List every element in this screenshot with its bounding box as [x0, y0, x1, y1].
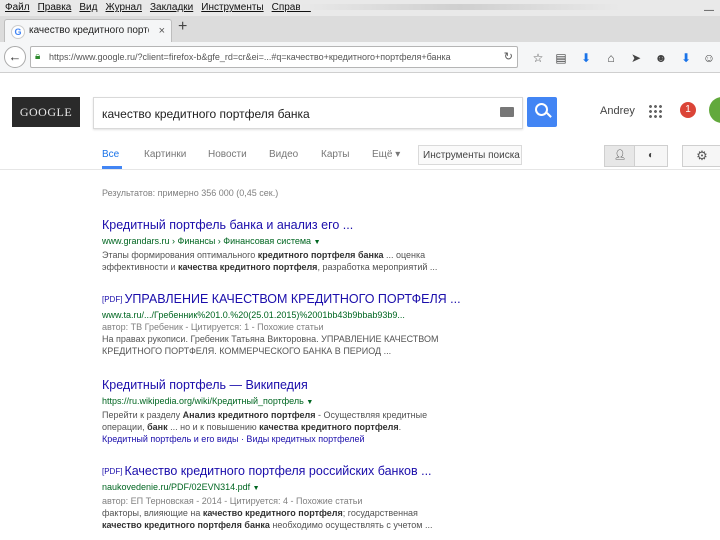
search-result: [PDF] УПРАВЛЕНИЕ КАЧЕСТВОМ КРЕДИТНОГО ПОР…	[102, 292, 502, 357]
result-title-link[interactable]: Кредитный портфель — Википедия	[102, 378, 502, 393]
tab-maps[interactable]: Карты	[321, 149, 350, 160]
blurred-window-title	[300, 4, 620, 10]
menu-edit[interactable]: Правка	[38, 2, 72, 13]
address-bar[interactable]: 🔒︎ https://www.google.ru/?client=firefox…	[30, 46, 518, 68]
result-url: www.ta.ru/.../Гребенник%201.0.%20(25.01.…	[102, 310, 405, 320]
menu-file[interactable]: Файл	[5, 2, 30, 13]
menu-view[interactable]: Вид	[79, 2, 97, 13]
dropdown-arrow-icon[interactable]: ▼	[253, 485, 260, 492]
search-result: Кредитный портфель банка и анализ его ..…	[102, 218, 502, 273]
new-tab-button[interactable]: +	[178, 18, 187, 36]
tab-all[interactable]: Все	[102, 149, 119, 160]
tab-video[interactable]: Видео	[269, 149, 298, 160]
download-arrow-icon[interactable]: ⬇	[578, 50, 594, 66]
avatar[interactable]	[709, 97, 720, 123]
person-icon: 👤︎	[613, 150, 627, 161]
navigation-bar: ← 🔒︎ https://www.google.ru/?client=firef…	[0, 42, 720, 73]
result-url: naukovedenie.ru/PDF/02EVN314.pdf ▼	[102, 482, 260, 492]
search-tools-button[interactable]: Инструменты поиска	[418, 145, 522, 165]
hide-personal-results-button[interactable]: ◐	[634, 145, 668, 167]
google-header: GOOGLE Andrey 1	[0, 73, 720, 143]
search-button[interactable]	[527, 97, 557, 127]
result-snippet: Перейти к разделу Анализ кредитного порт…	[102, 410, 428, 420]
smiley-icon[interactable]: ☺	[701, 50, 717, 66]
result-snippet: КРЕДИТНОГО ПОРТФЕЛЯ. КОММЕРЧЕСКОГО БАНКА…	[102, 346, 392, 356]
menu-tools[interactable]: Инструменты	[201, 2, 263, 13]
result-title-link[interactable]: [PDF] УПРАВЛЕНИЕ КАЧЕСТВОМ КРЕДИТНОГО ПОР…	[102, 292, 502, 307]
pdf-tag: [PDF]	[102, 295, 123, 304]
search-box[interactable]	[93, 97, 523, 129]
result-meta[interactable]: автор: ЕП Терновская - 2014 - Цитируется…	[102, 495, 502, 507]
apps-grid-icon[interactable]	[648, 104, 662, 118]
extension-download-icon[interactable]: ⬇	[678, 50, 694, 66]
lock-icon: 🔒︎	[35, 51, 41, 62]
pdf-tag: [PDF]	[102, 467, 123, 476]
tab-news[interactable]: Новости	[208, 149, 247, 160]
google-logo[interactable]: GOOGLE	[12, 97, 80, 127]
result-stats: Результатов: примерно 356 000 (0,45 сек.…	[102, 188, 279, 198]
menubar: Файл Правка Вид Журнал Закладки Инструменты Сп…	[0, 0, 720, 16]
menu-history[interactable]: Журнал	[105, 2, 142, 13]
result-snippet: Этапы формирования оптимального кредитно…	[102, 250, 426, 260]
result-snippet: На правах рукописи. Гребеник Татьяна Вик…	[102, 334, 439, 344]
send-icon[interactable]: ➤	[628, 50, 644, 66]
tab-more[interactable]: Ещё ▾	[372, 149, 400, 160]
keyboard-icon[interactable]	[500, 107, 514, 117]
result-title-link[interactable]: Кредитный портфель банка и анализ его ..…	[102, 218, 502, 233]
active-tab-indicator	[102, 166, 122, 169]
menu-bookmarks[interactable]: Закладки	[150, 2, 193, 13]
result-url: www.grandars.ru › Финансы › Финансовая с…	[102, 236, 321, 246]
back-arrow-icon[interactable]: ←	[4, 46, 26, 68]
close-tab-icon[interactable]: ×	[159, 20, 165, 42]
home-icon[interactable]: ⌂	[603, 50, 619, 66]
reload-icon[interactable]: ↻	[504, 47, 513, 67]
user-name[interactable]: Andrey	[600, 105, 635, 117]
dropdown-arrow-icon[interactable]: ▼	[314, 239, 321, 246]
globe-icon: ◐	[647, 150, 655, 161]
tab-strip: G качество кредитного портф... × +	[0, 16, 720, 43]
url-text[interactable]: https://www.google.ru/?client=firefox-b&…	[49, 47, 479, 67]
result-meta[interactable]: автор: ТВ Гребеник - Цитируется: 1 - Пох…	[102, 321, 502, 333]
result-url: https://ru.wikipedia.org/wiki/Кредитный_…	[102, 396, 314, 406]
bookmark-star-icon[interactable]: ☆	[530, 50, 546, 66]
dropdown-arrow-icon[interactable]: ▼	[306, 399, 313, 406]
browser-tab[interactable]: G качество кредитного портф... ×	[4, 19, 172, 43]
search-result: [PDF] Качество кредитного портфеля россий…	[102, 464, 502, 531]
chat-icon[interactable]: ☻	[653, 50, 669, 66]
search-tabs: Все Картинки Новости Видео Карты Ещё ▾ И…	[0, 143, 720, 170]
result-snippet: операции, банк ... но и к повышению каче…	[102, 422, 402, 432]
search-input[interactable]	[100, 103, 504, 125]
result-sitelinks[interactable]: Кредитный портфель и его виды · Виды кре…	[102, 433, 502, 445]
personal-results-button[interactable]: 👤︎	[604, 145, 636, 167]
result-snippet: факторы, влияющие на качество кредитного…	[102, 508, 418, 518]
tab-title: качество кредитного портф...	[29, 25, 149, 36]
reading-list-icon[interactable]: ▤	[553, 50, 569, 66]
result-snippet: качество кредитного портфеля банка необх…	[102, 520, 433, 530]
search-result: Кредитный портфель — Википедия https://r…	[102, 378, 502, 445]
result-snippet: эффективности и качества кредитного порт…	[102, 262, 438, 272]
tab-images[interactable]: Картинки	[144, 149, 186, 160]
result-title-link[interactable]: [PDF] Качество кредитного портфеля россий…	[102, 464, 502, 479]
google-favicon-icon: G	[11, 25, 25, 39]
notifications-badge[interactable]: 1	[680, 102, 696, 118]
gear-icon[interactable]: ⚙	[682, 145, 720, 167]
